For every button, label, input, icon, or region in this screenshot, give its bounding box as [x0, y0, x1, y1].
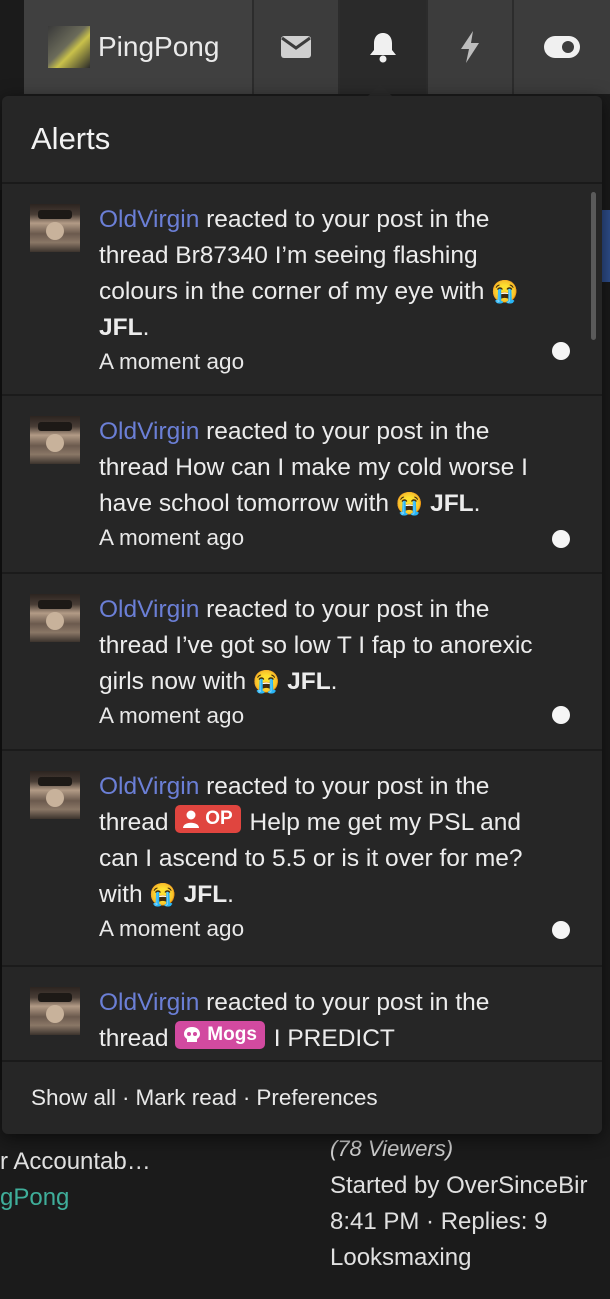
bolt-icon: [461, 31, 479, 63]
alert-with: with: [202, 668, 247, 695]
alert-reaction: JFL: [183, 881, 228, 908]
alert-with: with: [99, 881, 143, 908]
alert-with: with: [440, 278, 485, 305]
alert-username-link[interactable]: OldVirgin: [99, 773, 199, 800]
user-icon: [183, 810, 200, 828]
alert-item[interactable]: OldVirgin reacted to your post in the th…: [2, 396, 602, 574]
alert-list: OldVirgin reacted to your post in the th…: [2, 184, 602, 1060]
alert-text: OldVirgin reacted to your post in the th…: [99, 592, 562, 700]
alert-period: .: [330, 668, 338, 695]
bell-icon: [370, 33, 396, 63]
alert-thread-link[interactable]: I PREDICT: [274, 1025, 395, 1052]
alert-period: .: [142, 314, 150, 341]
alert-period: .: [227, 881, 234, 908]
alert-item[interactable]: OldVirgin reacted to your post in the th…: [2, 967, 602, 1060]
op-prefix-badge: OP: [175, 805, 241, 833]
alert-item[interactable]: OldVirgin reacted to your post in the th…: [2, 184, 602, 396]
background-started-by[interactable]: Started by OverSinceBir: [330, 1172, 587, 1200]
account-username: PingPong: [98, 31, 220, 62]
footer-separator: ·: [242, 1085, 251, 1110]
alert-text: OldVirgin reacted to your post in the th…: [99, 985, 562, 1057]
alert-item[interactable]: OldVirgin reacted to your post in the th…: [2, 574, 602, 751]
loudly-crying-emoji-icon: 😭: [491, 279, 519, 304]
toggle-icon: [544, 36, 580, 58]
alert-text: OldVirgin reacted to your post in the th…: [99, 414, 562, 522]
alerts-title: Alerts: [2, 96, 602, 184]
background-meta: 8:41 PM · Replies: 9: [330, 1208, 548, 1235]
alert-time: A moment ago: [99, 916, 245, 941]
envelope-icon: [281, 36, 311, 58]
alert-time: A moment ago: [99, 703, 245, 728]
background-thread-user[interactable]: gPong: [0, 1184, 69, 1212]
alert-text: OldVirgin reacted to your post in the th…: [99, 202, 562, 346]
mogs-prefix-badge: Mogs: [175, 1021, 265, 1049]
avatar[interactable]: [30, 204, 80, 252]
style-toggle-button[interactable]: [512, 0, 610, 94]
avatar: [48, 26, 90, 68]
whats-new-button[interactable]: [426, 0, 512, 94]
background-viewers: (78 Viewers): [330, 1136, 454, 1161]
unread-indicator-icon[interactable]: [552, 921, 570, 939]
alert-reaction: JFL: [430, 490, 474, 517]
alert-item[interactable]: OldVirgin reacted to your post in the th…: [2, 751, 602, 967]
inbox-button[interactable]: [252, 0, 338, 94]
avatar[interactable]: [30, 416, 80, 464]
popup-caret: [368, 84, 392, 96]
preferences-link[interactable]: Preferences: [256, 1085, 377, 1111]
avatar[interactable]: [30, 594, 80, 642]
show-all-link[interactable]: Show all: [31, 1085, 116, 1111]
alert-username-link[interactable]: OldVirgin: [99, 989, 199, 1016]
mark-read-link[interactable]: Mark read: [136, 1085, 237, 1111]
mogs-prefix-label: Mogs: [207, 1024, 257, 1045]
alerts-popup: Alerts OldVirgin reacted to your post in…: [2, 96, 602, 1134]
alert-reaction: JFL: [287, 668, 331, 695]
alert-username-link[interactable]: OldVirgin: [99, 418, 199, 445]
footer-separator: ·: [122, 1085, 130, 1110]
alert-time: A moment ago: [99, 525, 245, 550]
op-prefix-label: OP: [205, 808, 233, 829]
alert-username-link[interactable]: OldVirgin: [99, 206, 199, 233]
alert-reaction: JFL: [99, 314, 143, 341]
alert-text: OldVirgin reacted to your post in the th…: [99, 769, 562, 913]
loudly-crying-emoji-icon: 😭: [252, 669, 281, 694]
top-navbar: PingPong: [24, 0, 610, 94]
alert-period: .: [473, 490, 481, 517]
background-thread-title[interactable]: r Accountab…: [0, 1148, 151, 1176]
alert-time: A moment ago: [99, 349, 245, 374]
unread-indicator-icon[interactable]: [552, 342, 570, 360]
account-button[interactable]: PingPong: [24, 0, 252, 94]
avatar[interactable]: [30, 771, 80, 819]
unread-indicator-icon[interactable]: [552, 530, 570, 548]
loudly-crying-emoji-icon: 😭: [149, 882, 177, 907]
unread-indicator-icon[interactable]: [552, 706, 570, 724]
avatar[interactable]: [30, 987, 80, 1035]
skull-icon: [184, 1027, 201, 1042]
alerts-button[interactable]: [338, 0, 426, 94]
loudly-crying-emoji-icon: 😭: [395, 491, 424, 516]
alert-username-link[interactable]: OldVirgin: [99, 596, 199, 623]
alert-with: with: [345, 490, 390, 517]
background-forum[interactable]: Looksmaxing: [330, 1244, 471, 1272]
alerts-footer: Show all · Mark read · Preferences: [2, 1060, 602, 1134]
scrollbar[interactable]: [591, 192, 596, 340]
